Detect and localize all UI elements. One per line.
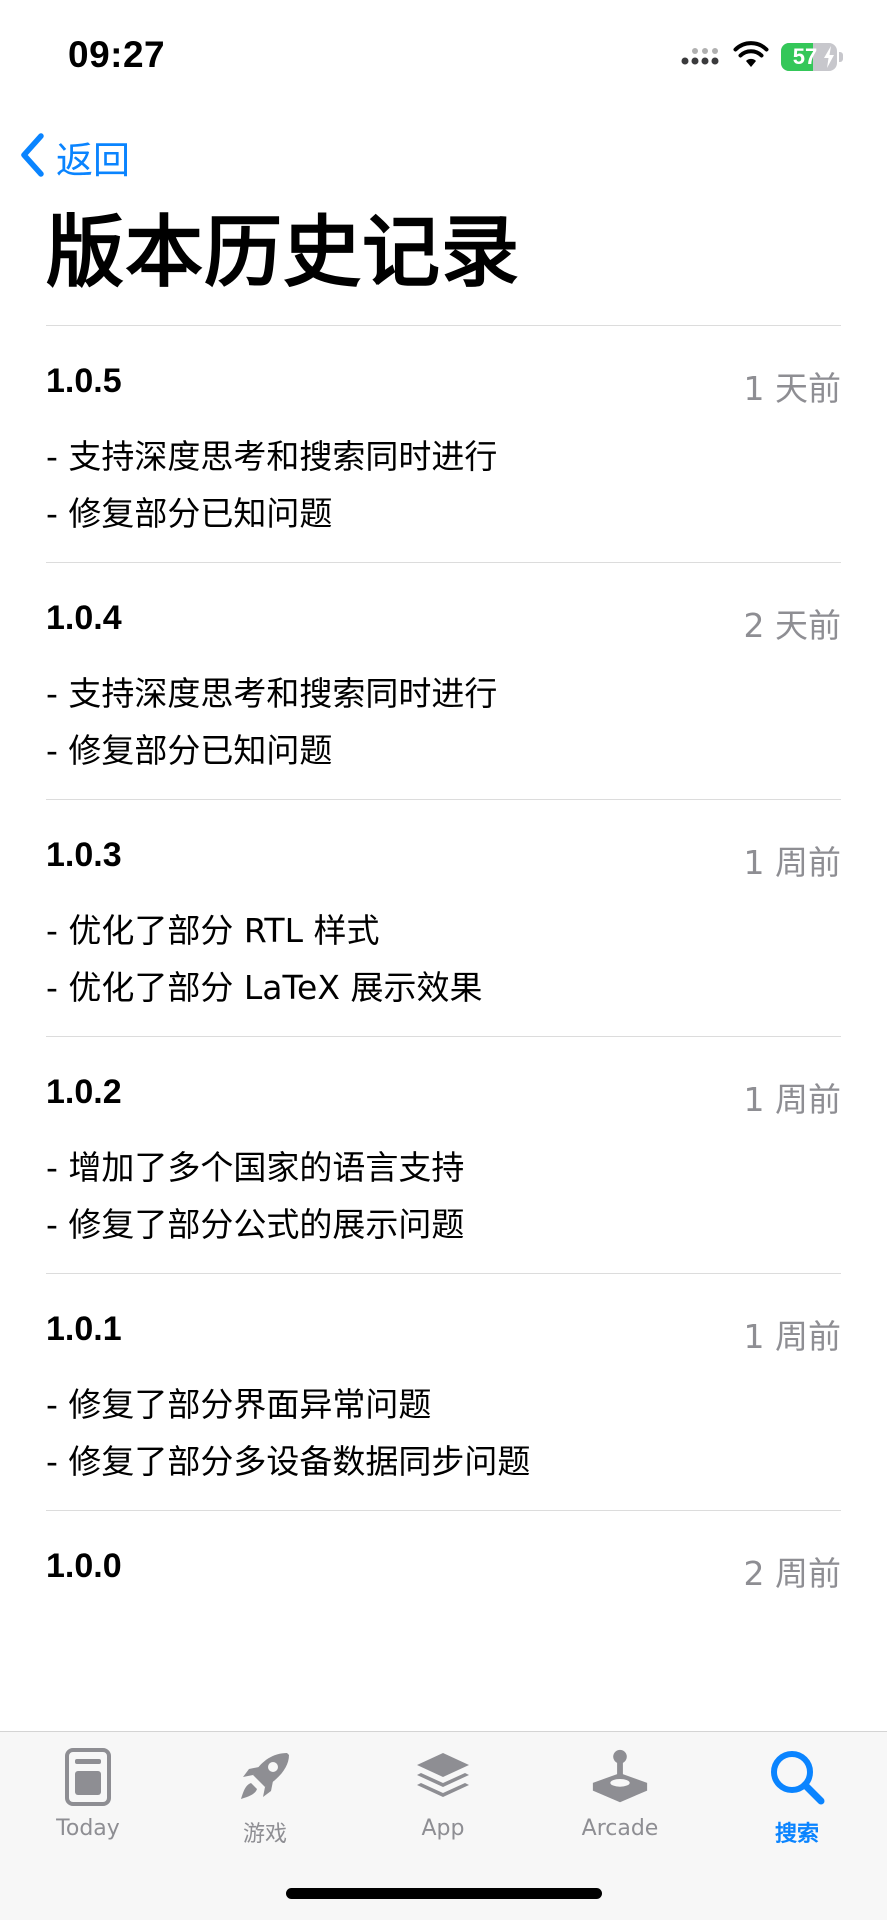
version-item: 1.0.5 1 天前 - 支持深度思考和搜索同时进行 - 修复部分已知问题 [46, 326, 841, 563]
release-note-line: - 支持深度思考和搜索同时进行 [46, 674, 498, 713]
release-note-line: - 优化了部分 LaTeX 展示效果 [46, 968, 483, 1007]
release-note-line: - 修复了部分界面异常问题 [46, 1385, 432, 1424]
tab-arcade[interactable]: Arcade [550, 1746, 690, 1841]
status-bar: 09:27 57 [0, 0, 887, 110]
rocket-icon [234, 1746, 296, 1808]
release-note-line: - 增加了多个国家的语言支持 [46, 1148, 465, 1187]
version-number: 1.0.3 [46, 836, 122, 874]
release-note-line: - 修复了部分公式的展示问题 [46, 1205, 465, 1244]
battery-percent: 57 [792, 44, 818, 69]
release-note-line: - 修复部分已知问题 [46, 731, 333, 770]
version-number: 1.0.4 [46, 599, 122, 637]
search-icon [766, 1746, 828, 1808]
cellular-signal-icon [681, 44, 721, 70]
version-date: 2 周前 [743, 1554, 842, 1593]
version-number: 1.0.0 [46, 1547, 122, 1585]
charging-bolt-icon [824, 46, 834, 68]
tab-label: Today [56, 1816, 120, 1841]
version-date: 1 天前 [743, 369, 842, 408]
back-button[interactable]: 返回 [18, 130, 130, 184]
version-number: 1.0.1 [46, 1310, 122, 1348]
version-item: 1.0.3 1 周前 - 优化了部分 RTL 样式 - 优化了部分 LaTeX 展示效… [46, 800, 841, 1037]
release-notes: - 增加了多个国家的语言支持 - 修复了部分公式的展示问题 [46, 1139, 464, 1253]
battery-icon: 57 [781, 43, 837, 71]
release-note-line: - 优化了部分 RTL 样式 [46, 911, 380, 950]
tab-games[interactable]: 游戏 [195, 1746, 335, 1848]
wifi-icon [733, 41, 769, 73]
tab-label: App [421, 1816, 465, 1841]
app-stack-icon [412, 1746, 474, 1808]
version-item: 1.0.2 1 周前 - 增加了多个国家的语言支持 - 修复了部分公式的展示问题 [46, 1037, 841, 1274]
joystick-icon [589, 1746, 651, 1808]
home-indicator[interactable] [286, 1888, 602, 1899]
release-notes: - 优化了部分 RTL 样式 - 优化了部分 LaTeX 展示效果 [46, 902, 482, 1016]
today-icon [57, 1746, 119, 1808]
version-date: 1 周前 [743, 1317, 842, 1356]
version-number: 1.0.5 [46, 362, 122, 400]
tab-search[interactable]: 搜索 [727, 1746, 867, 1848]
back-label: 返回 [56, 139, 130, 182]
version-item: 1.0.0 2 周前 [46, 1511, 841, 1747]
version-date: 2 天前 [743, 606, 842, 645]
release-note-line: - 修复了部分多设备数据同步问题 [46, 1442, 531, 1481]
tab-label: Arcade [581, 1816, 659, 1841]
page-title: 版本历史记录 [46, 208, 521, 298]
tab-today[interactable]: Today [18, 1746, 158, 1841]
release-notes: - 支持深度思考和搜索同时进行 - 修复部分已知问题 [46, 665, 497, 779]
release-notes: - 修复了部分界面异常问题 - 修复了部分多设备数据同步问题 [46, 1376, 530, 1490]
version-item: 1.0.4 2 天前 - 支持深度思考和搜索同时进行 - 修复部分已知问题 [46, 563, 841, 800]
status-time: 09:27 [68, 34, 166, 75]
release-note-line: - 修复部分已知问题 [46, 494, 333, 533]
version-item: 1.0.1 1 周前 - 修复了部分界面异常问题 - 修复了部分多设备数据同步问题 [46, 1274, 841, 1511]
status-icons: 57 [681, 40, 843, 74]
version-date: 1 周前 [743, 1080, 842, 1119]
chevron-left-icon [18, 132, 46, 182]
tab-label: 游戏 [242, 1822, 287, 1847]
battery-cap [839, 52, 843, 62]
tab-app[interactable]: App [373, 1746, 513, 1841]
version-history-list: 1.0.5 1 天前 - 支持深度思考和搜索同时进行 - 修复部分已知问题 1.0.4 2… [46, 326, 841, 1747]
tab-label: 搜索 [774, 1822, 819, 1847]
release-note-line: - 支持深度思考和搜索同时进行 [46, 437, 498, 476]
version-date: 1 周前 [743, 843, 842, 882]
version-number: 1.0.2 [46, 1073, 122, 1111]
release-notes: - 支持深度思考和搜索同时进行 - 修复部分已知问题 [46, 428, 497, 542]
